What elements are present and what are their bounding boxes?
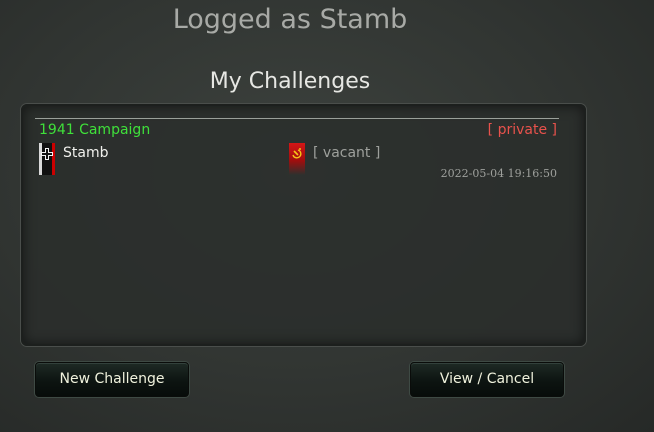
entry-divider: [35, 118, 559, 119]
campaign-name: 1941 Campaign: [39, 122, 151, 138]
challenge-date: 2022-05-04 19:16:50: [440, 167, 557, 180]
section-title: My Challenges: [209, 69, 371, 94]
german-iron-cross-flag-icon: [39, 143, 55, 175]
player1-name: Stamb: [63, 145, 109, 161]
new-challenge-button[interactable]: New Challenge: [35, 362, 189, 397]
login-status: Logged as Stamb: [172, 4, 408, 35]
player2-name: [ vacant ]: [313, 145, 381, 161]
challenges-panel: 1941 Campaign [ private ] Stamb [ vacant…: [21, 104, 586, 346]
privacy-badge: [ private ]: [487, 122, 557, 138]
soviet-hammer-sickle-flag-icon: [289, 143, 305, 175]
challenge-entry[interactable]: 1941 Campaign [ private ] Stamb [ vacant…: [35, 118, 559, 186]
view-cancel-button[interactable]: View / Cancel: [410, 362, 564, 397]
